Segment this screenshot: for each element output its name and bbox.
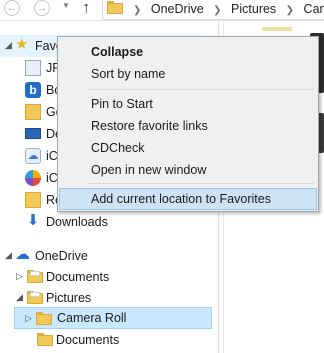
breadcrumb-separator-icon[interactable]: ❯ — [133, 5, 141, 16]
recent-locations-chevron-icon[interactable]: ▼ — [62, 1, 70, 10]
breadcrumb-pictures[interactable]: Pictures — [231, 2, 276, 16]
expanded-arrow-icon[interactable]: ◢ — [16, 292, 23, 303]
downloads-icon: ⬇ — [26, 212, 40, 229]
menu-item-label: Open in new window — [91, 163, 207, 177]
up-arrow-icon[interactable]: ↑ — [82, 0, 91, 18]
nav-item-onedrive-pictures[interactable]: ◢ Pictures — [0, 287, 212, 309]
icloud-icon: ☁ — [25, 148, 41, 164]
menu-item-label: Restore favorite links — [91, 119, 208, 133]
google-drive-icon — [25, 104, 41, 120]
menu-item-label: Add current location to Favorites — [91, 192, 271, 206]
nav-item-label: Camera Roll — [57, 311, 127, 325]
menu-item-pin-to-start[interactable]: Pin to Start — [59, 94, 317, 114]
address-toolbar: ← → ▼ ↑ ❯ OneDrive ❯ Pictures ❯ Camera — [0, 0, 324, 21]
nav-item-label: Documents — [46, 270, 110, 284]
breadcrumb-separator-icon[interactable]: ❯ — [286, 5, 294, 16]
back-button[interactable]: ← — [4, 0, 20, 16]
breadcrumb-onedrive[interactable]: OneDrive — [151, 2, 204, 16]
menu-separator — [88, 89, 314, 90]
folder-icon — [27, 270, 43, 283]
jpg-file-icon — [25, 60, 41, 76]
menu-item-label: Sort by name — [91, 67, 166, 81]
forward-button[interactable]: → — [34, 0, 50, 16]
nav-item-label: OneDrive — [35, 249, 88, 263]
context-menu: Collapse Sort by name Pin to Start Resto… — [57, 36, 319, 212]
nav-item-onedrive[interactable]: ◢ ☁ OneDrive — [0, 245, 212, 267]
nav-item-onedrive-documents[interactable]: ▷ Documents — [0, 266, 212, 288]
nav-item-label: Downloads — [46, 215, 108, 229]
desktop-icon — [25, 128, 41, 139]
menu-item-add-to-favorites[interactable]: Add current location to Favorites — [59, 188, 317, 210]
menu-item-label: CDCheck — [91, 141, 145, 155]
address-bar[interactable]: ❯ OneDrive ❯ Pictures ❯ Camera — [102, 0, 324, 20]
back-arrow-icon: ← — [6, 2, 18, 14]
menu-item-label: Collapse — [91, 45, 144, 59]
forward-arrow-icon: → — [36, 2, 48, 14]
breadcrumb-separator-icon[interactable]: ❯ — [213, 5, 221, 16]
nav-item-label: Documents — [56, 333, 120, 347]
star-icon: ★ — [15, 36, 29, 53]
icloud-photos-icon — [25, 170, 41, 186]
menu-item-cdcheck[interactable]: CDCheck — [59, 138, 317, 158]
menu-item-sort-by-name[interactable]: Sort by name — [59, 64, 317, 84]
box-icon: b — [25, 82, 41, 98]
collapsed-arrow-icon[interactable]: ▷ — [25, 313, 32, 324]
expanded-arrow-icon[interactable]: ◢ — [5, 250, 12, 261]
menu-item-restore-favorite-links[interactable]: Restore favorite links — [59, 116, 317, 136]
menu-item-collapse[interactable]: Collapse — [59, 42, 317, 62]
thumbnail[interactable] — [262, 27, 292, 31]
folder-icon — [36, 312, 52, 325]
menu-item-label: Pin to Start — [91, 97, 153, 111]
folder-icon — [37, 333, 53, 346]
nav-item-pictures-documents[interactable]: Documents — [0, 329, 212, 351]
folder-icon — [27, 291, 43, 304]
recent-places-icon — [25, 192, 41, 208]
menu-item-open-in-new-window[interactable]: Open in new window — [59, 160, 317, 180]
collapsed-arrow-icon[interactable]: ▷ — [16, 271, 23, 282]
breadcrumb-camera-roll[interactable]: Camera — [304, 2, 324, 16]
menu-separator — [88, 183, 314, 184]
expanded-arrow-icon[interactable]: ◢ — [5, 40, 12, 51]
nav-item-camera-roll[interactable]: ▷ Camera Roll — [14, 307, 212, 329]
nav-item-label: Pictures — [46, 291, 92, 305]
onedrive-cloud-icon: ☁ — [15, 246, 30, 263]
nav-item-downloads[interactable]: ⬇ Downloads — [0, 211, 212, 233]
